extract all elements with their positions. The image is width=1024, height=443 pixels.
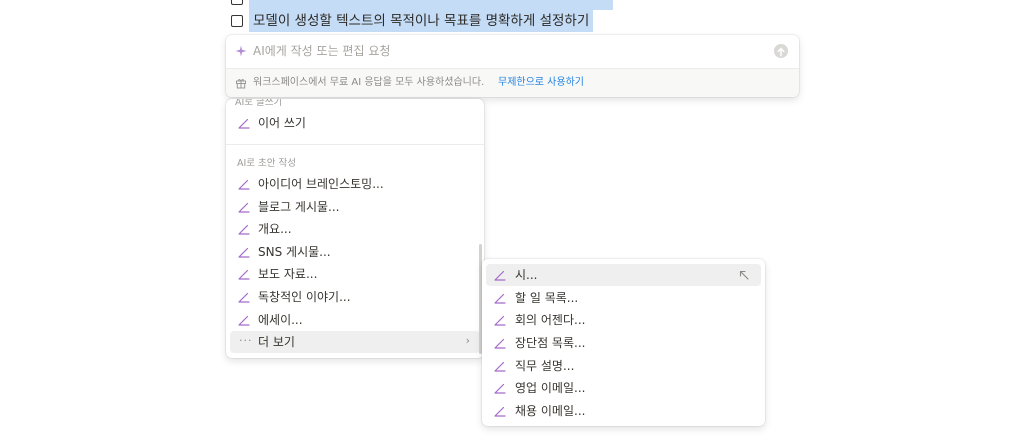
more-templates-submenu: 시... 할 일 목록... 회의 어젠다... 장단점 목록... 직무 설명… <box>482 259 765 426</box>
ai-input[interactable]: AI에게 작성 또는 편집 요청 <box>253 43 390 59</box>
pen-icon <box>238 118 250 129</box>
submenu-item-todo-list[interactable]: 할 일 목록... <box>486 287 761 309</box>
ai-actions-menu: AI로 글쓰기 이어 쓰기 AI로 초안 작성 아이디어 브레인스토밍... 블… <box>226 99 484 358</box>
menu-item-label: 독창적인 이야기... <box>258 290 351 304</box>
pen-icon <box>494 361 506 372</box>
pen-icon <box>494 270 506 281</box>
pen-icon <box>238 202 250 213</box>
submenu-item-poem[interactable]: 시... <box>486 264 761 286</box>
pen-icon <box>494 383 506 394</box>
submenu-item-pros-cons[interactable]: 장단점 목록... <box>486 332 761 354</box>
pen-icon <box>238 269 250 280</box>
ai-input-row[interactable]: AI에게 작성 또는 편집 요청 <box>226 35 799 68</box>
menu-item-brainstorm[interactable]: 아이디어 브레인스토밍... <box>230 173 480 195</box>
submenu-item-label: 영업 이메일... <box>515 381 586 395</box>
submenu-item-label: 채용 이메일... <box>515 404 586 418</box>
submenu-item-label: 시... <box>515 268 538 282</box>
menu-item-label: 더 보기 <box>258 335 295 349</box>
menu-item-blog-post[interactable]: 블로그 게시물... <box>230 196 480 218</box>
pen-icon <box>494 406 506 417</box>
arrow-up-icon <box>777 47 785 57</box>
unlimited-link[interactable]: 무제한으로 사용하기 <box>498 76 584 90</box>
menu-item-creative-story[interactable]: 독창적인 이야기... <box>230 286 480 308</box>
pen-icon <box>238 224 250 235</box>
pen-icon <box>494 338 506 349</box>
gift-icon <box>236 79 246 89</box>
submenu-item-label: 회의 어젠다... <box>515 313 586 327</box>
pen-icon <box>238 292 250 303</box>
todo-text: 모델이 생성할 텍스트의 목적이나 목표를 명확하게 설정하기 <box>249 10 594 32</box>
pen-icon <box>238 179 250 190</box>
menu-item-label: SNS 게시물... <box>258 245 331 259</box>
pen-icon <box>494 293 506 304</box>
more-dots-icon: ··· <box>239 334 253 347</box>
pen-icon <box>238 247 250 258</box>
submenu-item-label: 직무 설명... <box>515 359 575 373</box>
menu-item-label: 아이디어 브레인스토밍... <box>258 177 384 191</box>
menu-item-label: 에세이... <box>258 313 303 327</box>
submenu-item-meeting-agenda[interactable]: 회의 어젠다... <box>486 309 761 331</box>
menu-item-sns-post[interactable]: SNS 게시물... <box>230 241 480 263</box>
send-button[interactable] <box>774 44 788 58</box>
menu-item-label: 보도 자료... <box>258 267 318 281</box>
ai-usage-notice: 워크스페이스에서 무료 AI 응답을 모두 사용하셨습니다. 무제한으로 사용하… <box>226 69 799 97</box>
submenu-item-job-description[interactable]: 직무 설명... <box>486 355 761 377</box>
menu-item-essay[interactable]: 에세이... <box>230 309 480 331</box>
section-heading: AI로 글쓰기 <box>235 99 283 108</box>
enter-key-icon <box>739 270 749 280</box>
menu-item-label: 이어 쓰기 <box>258 116 306 130</box>
submenu-item-sales-email[interactable]: 영업 이메일... <box>486 377 761 399</box>
todo-item-partial[interactable] <box>231 0 613 10</box>
submenu-item-label: 장단점 목록... <box>515 336 586 350</box>
submenu-item-label: 할 일 목록... <box>515 291 579 305</box>
ai-prompt-box: AI에게 작성 또는 편집 요청 워크스페이스에서 무료 AI 응답을 모두 사… <box>226 35 799 97</box>
menu-item-press-release[interactable]: 보도 자료... <box>230 263 480 285</box>
submenu-item-recruiting-email[interactable]: 채용 이메일... <box>486 400 761 422</box>
menu-item-label: 블로그 게시물... <box>258 200 340 214</box>
pen-icon <box>238 315 250 326</box>
todo-checkbox[interactable] <box>231 0 243 5</box>
sparkle-icon <box>235 45 247 57</box>
todo-text <box>249 0 613 10</box>
todo-item[interactable]: 모델이 생성할 텍스트의 목적이나 목표를 명확하게 설정하기 <box>231 10 594 32</box>
menu-item-outline[interactable]: 개요... <box>230 218 480 240</box>
section-heading-draft: AI로 초안 작성 <box>237 158 297 169</box>
usage-notice-text: 워크스페이스에서 무료 AI 응답을 모두 사용하셨습니다. <box>253 77 485 88</box>
todo-checkbox[interactable] <box>231 15 243 27</box>
chevron-right-icon: › <box>465 334 470 347</box>
menu-item-continue-writing[interactable]: 이어 쓰기 <box>230 112 480 134</box>
menu-item-more[interactable]: ··· 더 보기 › <box>230 331 480 353</box>
divider <box>226 144 484 145</box>
menu-item-label: 개요... <box>258 222 292 236</box>
pen-icon <box>494 315 506 326</box>
